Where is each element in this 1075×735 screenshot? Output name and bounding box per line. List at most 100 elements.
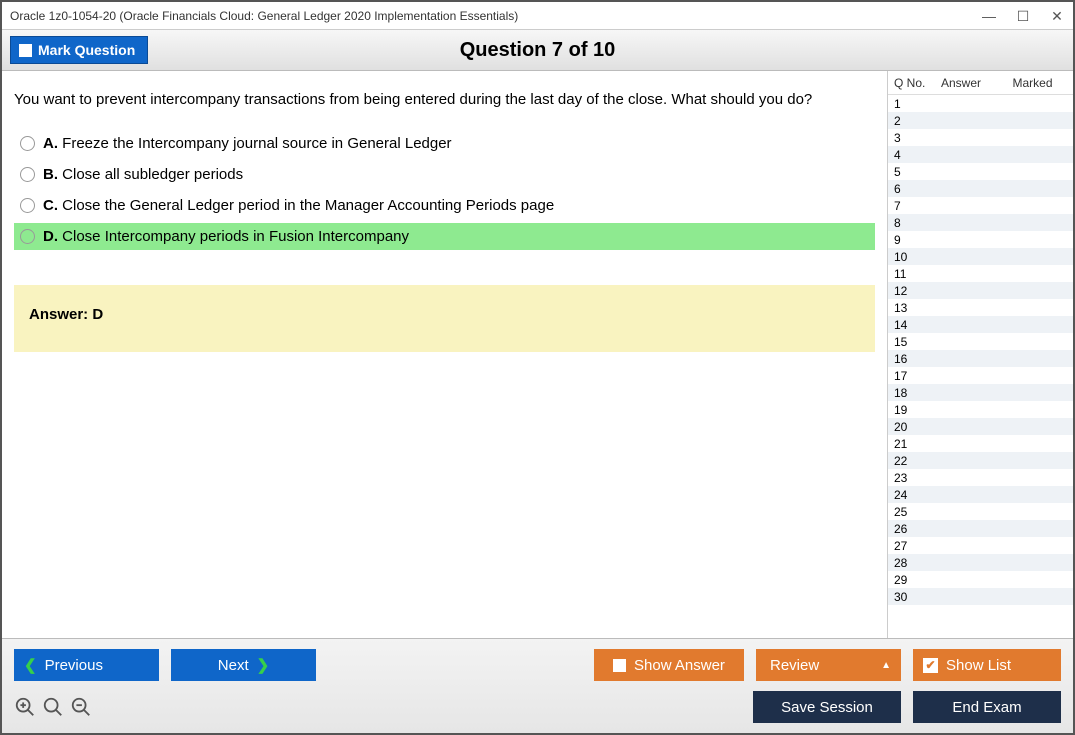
show-list-label: Show List	[946, 657, 1011, 674]
row-qno: 27	[888, 539, 930, 553]
previous-button[interactable]: ❮ Previous	[14, 649, 159, 681]
zoom-in-icon[interactable]	[14, 696, 36, 718]
save-session-button[interactable]: Save Session	[753, 691, 901, 723]
list-row[interactable]: 4	[888, 146, 1073, 163]
list-row[interactable]: 28	[888, 554, 1073, 571]
save-session-label: Save Session	[781, 699, 873, 716]
row-qno: 24	[888, 488, 930, 502]
zoom-out-icon[interactable]	[70, 696, 92, 718]
window-controls: — ☐ ✕	[981, 9, 1065, 23]
zoom-reset-icon[interactable]	[42, 696, 64, 718]
row-qno: 29	[888, 573, 930, 587]
show-answer-button[interactable]: Show Answer	[594, 649, 744, 681]
row-qno: 19	[888, 403, 930, 417]
mark-question-checkbox-icon	[19, 44, 32, 57]
list-row[interactable]: 22	[888, 452, 1073, 469]
row-qno: 30	[888, 590, 930, 604]
list-row[interactable]: 1	[888, 95, 1073, 112]
list-row[interactable]: 27	[888, 537, 1073, 554]
list-row[interactable]: 3	[888, 129, 1073, 146]
list-row[interactable]: 26	[888, 520, 1073, 537]
question-pane: You want to prevent intercompany transac…	[2, 71, 887, 638]
row-qno: 7	[888, 199, 930, 213]
mark-question-button[interactable]: Mark Question	[10, 36, 148, 64]
row-qno: 16	[888, 352, 930, 366]
list-row[interactable]: 24	[888, 486, 1073, 503]
list-row[interactable]: 23	[888, 469, 1073, 486]
option-b[interactable]: B. Close all subledger periods	[14, 161, 875, 188]
maximize-icon[interactable]: ☐	[1015, 9, 1031, 23]
list-row[interactable]: 2	[888, 112, 1073, 129]
review-button[interactable]: Review ▲	[756, 649, 901, 681]
footer-row-1: ❮ Previous Next ❯ Show Answer Review ▲ ✔…	[14, 649, 1061, 681]
list-row[interactable]: 11	[888, 265, 1073, 282]
radio-icon	[20, 167, 35, 182]
list-row[interactable]: 21	[888, 435, 1073, 452]
list-row[interactable]: 20	[888, 418, 1073, 435]
list-row[interactable]: 14	[888, 316, 1073, 333]
list-row[interactable]: 12	[888, 282, 1073, 299]
list-row[interactable]: 7	[888, 197, 1073, 214]
option-c[interactable]: C. Close the General Ledger period in th…	[14, 192, 875, 219]
answer-label: Answer: D	[29, 306, 103, 323]
show-list-check-icon: ✔	[923, 658, 938, 673]
row-qno: 2	[888, 114, 930, 128]
list-row[interactable]: 8	[888, 214, 1073, 231]
row-qno: 4	[888, 148, 930, 162]
end-exam-button[interactable]: End Exam	[913, 691, 1061, 723]
list-row[interactable]: 9	[888, 231, 1073, 248]
row-qno: 14	[888, 318, 930, 332]
option-d[interactable]: D. Close Intercompany periods in Fusion …	[14, 223, 875, 250]
show-list-button[interactable]: ✔ Show List	[913, 649, 1061, 681]
row-qno: 21	[888, 437, 930, 451]
list-row[interactable]: 5	[888, 163, 1073, 180]
footer-row-2: Save Session End Exam	[14, 691, 1061, 723]
next-button[interactable]: Next ❯	[171, 649, 316, 681]
footer: ❮ Previous Next ❯ Show Answer Review ▲ ✔…	[2, 638, 1073, 733]
window-title: Oracle 1z0-1054-20 (Oracle Financials Cl…	[10, 9, 981, 23]
minimize-icon[interactable]: —	[981, 9, 997, 23]
question-list-pane: Q No. Answer Marked 12345678910111213141…	[887, 71, 1073, 638]
end-exam-label: End Exam	[952, 699, 1021, 716]
row-qno: 23	[888, 471, 930, 485]
list-row[interactable]: 30	[888, 588, 1073, 605]
body: You want to prevent intercompany transac…	[2, 71, 1073, 638]
row-qno: 15	[888, 335, 930, 349]
list-row[interactable]: 19	[888, 401, 1073, 418]
row-qno: 28	[888, 556, 930, 570]
row-qno: 22	[888, 454, 930, 468]
options-container: A. Freeze the Intercompany journal sourc…	[14, 130, 875, 250]
close-icon[interactable]: ✕	[1049, 9, 1065, 23]
radio-icon	[20, 136, 35, 151]
row-qno: 9	[888, 233, 930, 247]
option-a[interactable]: A. Freeze the Intercompany journal sourc…	[14, 130, 875, 157]
row-qno: 1	[888, 97, 930, 111]
app-window: Oracle 1z0-1054-20 (Oracle Financials Cl…	[0, 0, 1075, 735]
list-row[interactable]: 18	[888, 384, 1073, 401]
row-qno: 6	[888, 182, 930, 196]
list-row[interactable]: 10	[888, 248, 1073, 265]
list-row[interactable]: 13	[888, 299, 1073, 316]
question-list-header: Q No. Answer Marked	[888, 71, 1073, 95]
chevron-left-icon: ❮	[24, 656, 37, 674]
question-text: You want to prevent intercompany transac…	[14, 89, 875, 110]
row-qno: 25	[888, 505, 930, 519]
list-row[interactable]: 6	[888, 180, 1073, 197]
list-row[interactable]: 25	[888, 503, 1073, 520]
question-list[interactable]: 1234567891011121314151617181920212223242…	[888, 95, 1073, 638]
list-row[interactable]: 17	[888, 367, 1073, 384]
review-label: Review	[770, 657, 819, 674]
zoom-controls	[14, 696, 92, 718]
col-qno: Q No.	[888, 76, 930, 90]
row-qno: 26	[888, 522, 930, 536]
list-row[interactable]: 29	[888, 571, 1073, 588]
row-qno: 20	[888, 420, 930, 434]
list-row[interactable]: 16	[888, 350, 1073, 367]
previous-label: Previous	[45, 657, 103, 674]
chevron-right-icon: ❯	[257, 656, 270, 674]
list-row[interactable]: 15	[888, 333, 1073, 350]
col-marked: Marked	[992, 76, 1073, 90]
next-label: Next	[218, 657, 249, 674]
row-qno: 8	[888, 216, 930, 230]
row-qno: 3	[888, 131, 930, 145]
